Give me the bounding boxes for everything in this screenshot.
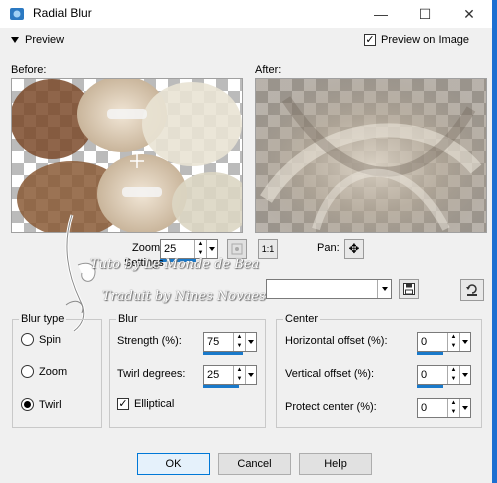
pan-label: Pan: xyxy=(317,242,340,254)
help-button[interactable]: Help xyxy=(299,453,372,475)
preview-on-image-label: Preview on Image xyxy=(381,34,470,46)
preview-toggle[interactable]: Preview xyxy=(11,34,64,46)
strength-input[interactable]: 75 ▲ ▼ xyxy=(203,332,257,352)
h-offset-spinner-arrows[interactable]: ▲ ▼ xyxy=(447,333,459,351)
checkmark-icon: ✓ xyxy=(364,34,376,46)
preview-on-image-checkbox[interactable]: ✓ Preview on Image xyxy=(364,34,469,46)
v-offset-underline xyxy=(417,385,443,388)
twirl-underline xyxy=(203,385,239,388)
radio-zoom-label: Zoom xyxy=(39,365,68,378)
pan-button[interactable]: ✥ xyxy=(344,239,364,259)
twirl-degrees-value: 25 xyxy=(207,369,220,381)
save-icon xyxy=(403,283,415,295)
protect-spinner-arrows[interactable]: ▲ ▼ xyxy=(447,399,459,417)
reset-icon xyxy=(466,284,477,296)
v-offset-label: Vertical offset (%): xyxy=(285,368,375,380)
strength-spinner-arrows[interactable]: ▲ ▼ xyxy=(233,333,245,351)
after-label: After: xyxy=(255,64,282,76)
window-title: Radial Blur xyxy=(33,6,92,20)
twirl-degrees-input[interactable]: 25 ▲ ▼ xyxy=(203,365,257,385)
radio-icon xyxy=(21,333,34,346)
v-offset-spinner-arrows[interactable]: ▲ ▼ xyxy=(447,366,459,384)
minimize-button[interactable]: — xyxy=(358,0,404,28)
h-offset-dropdown-icon[interactable] xyxy=(459,333,470,351)
v-offset-value: 0 xyxy=(421,369,428,381)
radio-zoom[interactable]: Zoom xyxy=(21,365,67,378)
center-title: Center xyxy=(283,313,321,325)
chevron-down-icon xyxy=(11,37,19,43)
h-offset-label: Horizontal offset (%): xyxy=(285,335,388,347)
radio-spin-label: Spin xyxy=(39,333,62,346)
strength-label: Strength (%): xyxy=(117,335,182,347)
radio-selected-icon xyxy=(21,398,34,411)
h-offset-input[interactable]: 0 ▲ ▼ xyxy=(417,332,471,352)
radio-twirl[interactable]: Twirl xyxy=(21,398,62,411)
watermark-line2: Traduit by Nines Novaes xyxy=(102,289,266,304)
watermark-line1: Tuto by Le Monde de Bea xyxy=(90,257,260,272)
move-icon: ✥ xyxy=(348,241,360,256)
save-preset-button[interactable] xyxy=(399,279,419,299)
maximize-button[interactable]: ☐ xyxy=(402,0,448,28)
elliptical-checkbox[interactable]: ✓ Elliptical xyxy=(117,398,174,410)
strength-value: 75 xyxy=(207,336,220,348)
radio-spin[interactable]: Spin xyxy=(21,333,61,346)
h-offset-underline xyxy=(417,352,443,355)
v-offset-input[interactable]: 0 ▲ ▼ xyxy=(417,365,471,385)
app-icon xyxy=(9,6,25,22)
protect-center-value: 0 xyxy=(421,402,428,414)
v-offset-dropdown-icon[interactable] xyxy=(459,366,470,384)
protect-dropdown-icon[interactable] xyxy=(459,399,470,417)
window-edge xyxy=(492,0,497,483)
watermark: Tuto by Le Monde de Bea Traduit by Nines… xyxy=(60,205,290,335)
protect-center-input[interactable]: 0 ▲ ▼ xyxy=(417,398,471,418)
strength-underline xyxy=(203,352,243,355)
twirl-dropdown-icon[interactable] xyxy=(245,366,256,384)
blur-title: Blur xyxy=(116,313,140,325)
protect-center-label: Protect center (%): xyxy=(285,401,377,413)
elliptical-label: Elliptical xyxy=(134,398,175,410)
close-button[interactable]: ✕ xyxy=(446,0,492,28)
chevron-down-icon xyxy=(377,280,391,298)
checkmark-icon: ✓ xyxy=(117,398,129,410)
cancel-button[interactable]: Cancel xyxy=(218,453,291,475)
h-offset-value: 0 xyxy=(421,336,428,348)
reset-button[interactable] xyxy=(460,279,484,301)
twirl-degrees-label: Twirl degrees: xyxy=(117,368,186,380)
before-label: Before: xyxy=(11,64,47,76)
radio-twirl-label: Twirl xyxy=(39,398,62,411)
preview-toggle-label: Preview xyxy=(25,34,65,46)
after-image xyxy=(256,79,486,232)
ok-button[interactable]: OK xyxy=(137,453,210,475)
radio-icon xyxy=(21,365,34,378)
blur-type-title: Blur type xyxy=(19,313,67,325)
strength-dropdown-icon[interactable] xyxy=(245,333,256,351)
twirl-spinner-arrows[interactable]: ▲ ▼ xyxy=(233,366,245,384)
